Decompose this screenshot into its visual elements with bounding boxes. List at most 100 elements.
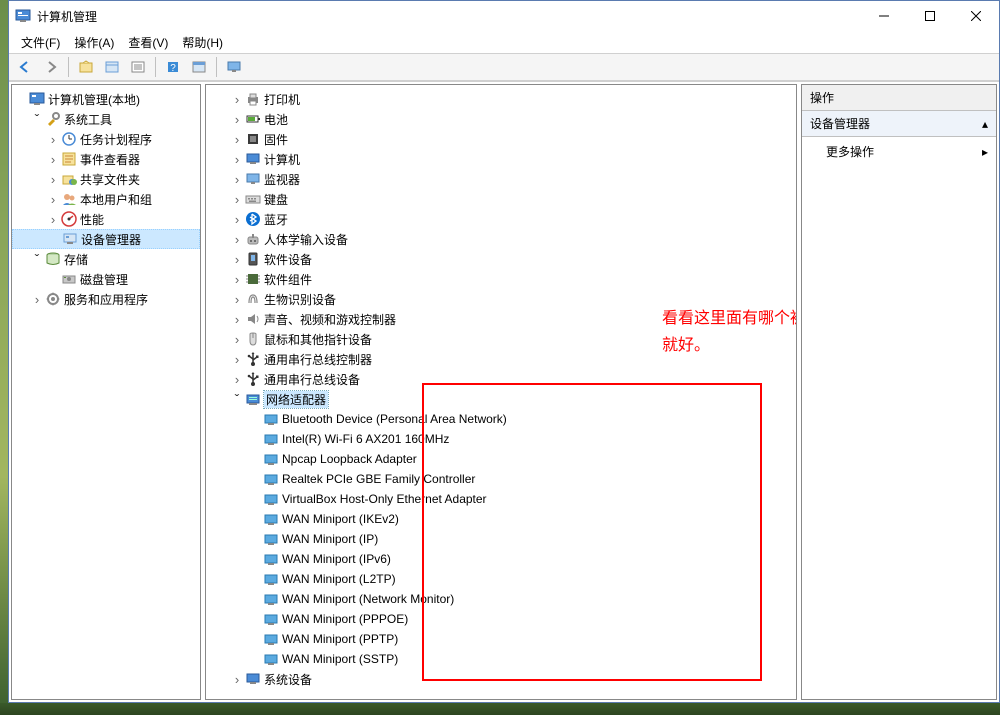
bt-icon bbox=[245, 211, 261, 227]
nav-label: 存储 bbox=[64, 251, 88, 268]
actions-more[interactable]: 更多操作 ▸ bbox=[802, 137, 996, 166]
nav-item-root[interactable]: 计算机管理(本地) bbox=[12, 89, 200, 109]
device-category-printers[interactable]: 打印机 bbox=[206, 89, 796, 109]
device-label: 打印机 bbox=[264, 91, 300, 108]
nav-label: 任务计划程序 bbox=[80, 131, 152, 148]
twisty-icon[interactable] bbox=[230, 352, 244, 367]
list-button[interactable] bbox=[126, 56, 150, 78]
device-category-bluetooth[interactable]: 蓝牙 bbox=[206, 209, 796, 229]
maximize-button[interactable] bbox=[907, 1, 953, 31]
device-category-network-adapters[interactable]: 网络适配器 bbox=[206, 389, 796, 409]
users-icon bbox=[61, 191, 77, 207]
device-label: WAN Miniport (IP) bbox=[282, 532, 378, 546]
twisty-icon[interactable] bbox=[30, 251, 44, 267]
twisty-icon[interactable] bbox=[46, 212, 60, 227]
menu-action[interactable]: 操作(A) bbox=[74, 34, 114, 51]
device-category-monitors[interactable]: 监视器 bbox=[206, 169, 796, 189]
twisty-icon[interactable] bbox=[230, 132, 244, 147]
device-label: Realtek PCIe GBE Family Controller bbox=[282, 472, 475, 486]
menu-view[interactable]: 查看(V) bbox=[128, 34, 168, 51]
network-adapter-item[interactable]: Intel(R) Wi-Fi 6 AX201 160MHz bbox=[206, 429, 796, 449]
twisty-icon[interactable] bbox=[230, 312, 244, 327]
nav-item-shared-folders[interactable]: 共享文件夹 bbox=[12, 169, 200, 189]
twisty-icon[interactable] bbox=[230, 332, 244, 347]
network-adapter-item[interactable]: WAN Miniport (PPTP) bbox=[206, 629, 796, 649]
network-adapter-item[interactable]: Realtek PCIe GBE Family Controller bbox=[206, 469, 796, 489]
device-category-keyboards[interactable]: 键盘 bbox=[206, 189, 796, 209]
twisty-icon[interactable] bbox=[230, 172, 244, 187]
twisty-icon[interactable] bbox=[230, 672, 244, 687]
nav-item-event-viewer[interactable]: 事件查看器 bbox=[12, 149, 200, 169]
nic-icon bbox=[263, 471, 279, 487]
nav-item-device-manager[interactable]: 设备管理器 bbox=[12, 229, 200, 249]
nav-item-storage[interactable]: 存储 bbox=[12, 249, 200, 269]
network-adapter-item[interactable]: WAN Miniport (L2TP) bbox=[206, 569, 796, 589]
device-label: 通用串行总线设备 bbox=[264, 371, 360, 388]
twisty-icon[interactable] bbox=[46, 152, 60, 167]
network-adapter-item[interactable]: Npcap Loopback Adapter bbox=[206, 449, 796, 469]
nav-pane[interactable]: 计算机管理(本地)系统工具任务计划程序事件查看器共享文件夹本地用户和组性能设备管… bbox=[11, 84, 201, 700]
twisty-icon[interactable] bbox=[30, 292, 44, 307]
nav-item-performance[interactable]: 性能 bbox=[12, 209, 200, 229]
network-adapter-item[interactable]: WAN Miniport (PPPOE) bbox=[206, 609, 796, 629]
device-tree-scroll[interactable]: 打印机电池固件计算机监视器键盘蓝牙人体学输入设备软件设备软件组件生物识别设备声音… bbox=[206, 85, 796, 699]
device-category-hid[interactable]: 人体学输入设备 bbox=[206, 229, 796, 249]
device-category-soft-devices[interactable]: 软件设备 bbox=[206, 249, 796, 269]
device-label: 声音、视频和游戏控制器 bbox=[264, 311, 396, 328]
actions-section[interactable]: 设备管理器 ▴ bbox=[802, 111, 996, 137]
network-adapter-item[interactable]: WAN Miniport (IKEv2) bbox=[206, 509, 796, 529]
device-category-sound[interactable]: 声音、视频和游戏控制器 bbox=[206, 309, 796, 329]
network-adapter-item[interactable]: WAN Miniport (IP) bbox=[206, 529, 796, 549]
nav-item-local-users[interactable]: 本地用户和组 bbox=[12, 189, 200, 209]
twisty-icon[interactable] bbox=[230, 212, 244, 227]
monitor-button[interactable] bbox=[222, 56, 246, 78]
device-category-system-devices[interactable]: 系统设备 bbox=[206, 669, 796, 689]
nav-item-disk-mgmt[interactable]: 磁盘管理 bbox=[12, 269, 200, 289]
twisty-icon[interactable] bbox=[230, 92, 244, 107]
network-adapter-item[interactable]: VirtualBox Host-Only Ethernet Adapter bbox=[206, 489, 796, 509]
network-adapter-item[interactable]: WAN Miniport (Network Monitor) bbox=[206, 589, 796, 609]
menu-file[interactable]: 文件(F) bbox=[21, 34, 60, 51]
twisty-icon[interactable] bbox=[230, 372, 244, 387]
twisty-icon[interactable] bbox=[230, 292, 244, 307]
device-category-computer[interactable]: 计算机 bbox=[206, 149, 796, 169]
twisty-icon[interactable] bbox=[230, 272, 244, 287]
device-category-usb-controllers[interactable]: 通用串行总线控制器 bbox=[206, 349, 796, 369]
network-adapter-item[interactable]: WAN Miniport (IPv6) bbox=[206, 549, 796, 569]
twisty-icon[interactable] bbox=[230, 112, 244, 127]
close-button[interactable] bbox=[953, 1, 999, 31]
help-button[interactable]: ? bbox=[161, 56, 185, 78]
device-category-usb-devices[interactable]: 通用串行总线设备 bbox=[206, 369, 796, 389]
actions-more-label: 更多操作 bbox=[826, 143, 874, 160]
device-category-mice[interactable]: 鼠标和其他指针设备 bbox=[206, 329, 796, 349]
twisty-icon[interactable] bbox=[230, 391, 244, 407]
tools-icon bbox=[45, 111, 61, 127]
twisty-icon[interactable] bbox=[230, 152, 244, 167]
network-adapter-item[interactable]: Bluetooth Device (Personal Area Network) bbox=[206, 409, 796, 429]
minimize-button[interactable] bbox=[861, 1, 907, 31]
nic-icon bbox=[263, 411, 279, 427]
twisty-icon[interactable] bbox=[230, 232, 244, 247]
device-category-biometric[interactable]: 生物识别设备 bbox=[206, 289, 796, 309]
device-category-batteries[interactable]: 电池 bbox=[206, 109, 796, 129]
up-button[interactable] bbox=[74, 56, 98, 78]
nav-item-system-tools[interactable]: 系统工具 bbox=[12, 109, 200, 129]
nav-item-services-apps[interactable]: 服务和应用程序 bbox=[12, 289, 200, 309]
back-button[interactable] bbox=[13, 56, 37, 78]
forward-button[interactable] bbox=[39, 56, 63, 78]
properties-button[interactable] bbox=[100, 56, 124, 78]
action-center-button[interactable] bbox=[187, 56, 211, 78]
twisty-icon[interactable] bbox=[30, 111, 44, 127]
twisty-icon[interactable] bbox=[46, 192, 60, 207]
actions-section-label: 设备管理器 bbox=[810, 115, 870, 132]
device-category-soft-components[interactable]: 软件组件 bbox=[206, 269, 796, 289]
device-category-firmware[interactable]: 固件 bbox=[206, 129, 796, 149]
menu-help[interactable]: 帮助(H) bbox=[182, 34, 223, 51]
twisty-icon[interactable] bbox=[230, 192, 244, 207]
twisty-icon[interactable] bbox=[230, 252, 244, 267]
nav-item-task-scheduler[interactable]: 任务计划程序 bbox=[12, 129, 200, 149]
titlebar[interactable]: 计算机管理 bbox=[9, 1, 999, 31]
twisty-icon[interactable] bbox=[46, 172, 60, 187]
network-adapter-item[interactable]: WAN Miniport (SSTP) bbox=[206, 649, 796, 669]
twisty-icon[interactable] bbox=[46, 132, 60, 147]
